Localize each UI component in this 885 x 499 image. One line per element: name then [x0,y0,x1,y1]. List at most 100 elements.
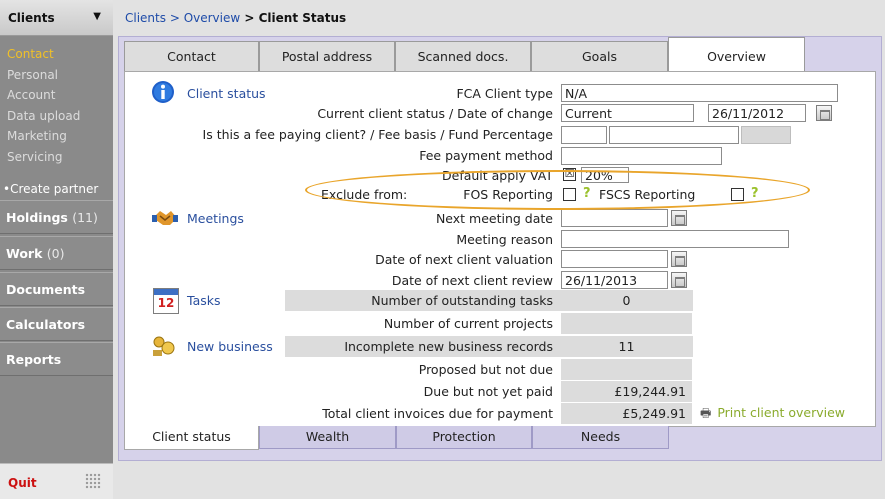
default-vat-label: Default apply VAT [442,168,553,183]
print-client-overview-link[interactable]: 🖶 Print client overview [700,404,845,425]
section-label: Documents [6,282,86,297]
section-label: Holdings [6,210,68,225]
tab-needs[interactable]: Needs [532,426,669,449]
section-count: (11) [72,210,98,225]
fund-percentage-field[interactable] [741,126,791,144]
sidebar-section-reports[interactable]: Reports [0,342,113,376]
breadcrumb-overview[interactable]: Overview [184,11,241,25]
sidebar-item-servicing[interactable]: Servicing [0,147,113,168]
breadcrumb-clients[interactable]: Clients [125,11,166,25]
client-status-label: Current client status / Date of change [317,106,553,121]
sidebar-item-account[interactable]: Account [0,85,113,106]
breadcrumb: Clients > Overview > Client Status [125,11,346,25]
next-valuation-field[interactable] [561,250,668,268]
fee-basis-field[interactable] [609,126,739,144]
sidebar-item-contact[interactable]: Contact [0,44,113,65]
handshake-icon [152,211,178,225]
sidebar: Clients ▼ Contact Personal Account Data … [0,0,113,499]
fos-reporting-label: FOS Reporting [463,187,553,202]
calendar-icon[interactable] [671,251,687,267]
calendar-tasks-icon: 12 [153,288,179,314]
section-label: Calculators [6,317,86,332]
fca-client-type-label: FCA Client type [456,86,553,101]
bottom-tabs: Client status Wealth Protection Needs [124,426,876,454]
clients-sub-menu: Contact Personal Account Data upload Mar… [0,44,113,200]
info-icon [152,81,174,103]
clients-menu-header[interactable]: Clients ▼ [0,0,113,36]
vat-checkbox[interactable]: ☒ [563,168,576,181]
fee-paying-label: Is this a fee paying client? / Fee basis… [202,127,553,142]
current-projects-value [561,313,692,334]
next-meeting-date-label: Next meeting date [435,211,553,226]
incomplete-records-label: Incomplete new business records [344,339,553,354]
vat-rate-field[interactable]: 20% [581,167,629,183]
section-count: (0) [46,246,65,261]
calendar-icon[interactable] [671,272,687,288]
new-business-icon [153,336,175,356]
sidebar-section-calculators[interactable]: Calculators [0,307,113,341]
sidebar-item-data-upload[interactable]: Data upload [0,106,113,127]
caret-down-icon[interactable]: ▼ [93,11,101,22]
quit-button[interactable]: Quit [8,476,37,490]
fscs-help-icon[interactable]: ? [751,186,759,201]
next-review-label: Date of next client review [391,273,553,288]
section-label: Work [6,246,43,261]
calendar-icon[interactable] [816,105,832,121]
sidebar-section-work[interactable]: Work (0) [0,236,113,270]
fee-paying-field[interactable] [561,126,607,144]
outstanding-tasks-value: 0 [561,290,692,311]
sidebar-item-marketing[interactable]: Marketing [0,126,113,147]
create-partner-link[interactable]: •Create partner [0,179,113,200]
grip-icon[interactable] [85,473,101,489]
calendar-number: 12 [157,296,175,310]
main-area: Clients > Overview > Client Status Conta… [113,0,885,499]
new-business-link[interactable]: New business [187,339,273,354]
breadcrumb-separator: > [166,11,184,25]
top-tabs: Contact Postal address Scanned docs. Goa… [119,37,881,72]
status-date-field[interactable]: 26/11/2012 [708,104,806,122]
fee-payment-method-label: Fee payment method [419,148,553,163]
client-status-link[interactable]: Client status [187,86,266,101]
fscs-reporting-checkbox[interactable] [731,188,744,201]
sidebar-section-holdings[interactable]: Holdings (11) [0,200,113,234]
fos-help-icon[interactable]: ? [583,186,591,201]
breadcrumb-current: Client Status [258,11,347,25]
meeting-reason-label: Meeting reason [456,232,553,247]
fee-payment-method-field[interactable] [561,147,722,165]
current-projects-label: Number of current projects [383,316,553,331]
print-label: Print client overview [717,405,846,420]
current-status-field[interactable]: Current [561,104,694,122]
tab-overview[interactable]: Overview [668,37,805,72]
proposed-not-due-label: Proposed but not due [418,362,553,377]
sidebar-item-personal[interactable]: Personal [0,65,113,86]
sidebar-section-documents[interactable]: Documents [0,272,113,306]
total-invoices-value: £5,249.91 [561,403,692,424]
tab-postal-address[interactable]: Postal address [259,41,395,71]
meetings-link[interactable]: Meetings [187,211,244,226]
create-partner-label: Create partner [10,182,99,196]
clients-menu-title: Clients [8,11,55,25]
tab-client-status[interactable]: Client status [124,426,259,450]
fos-reporting-checkbox[interactable] [563,188,576,201]
exclude-from-label: Exclude from: [321,187,408,202]
breadcrumb-separator: > [240,11,259,25]
calendar-icon[interactable] [671,210,687,226]
fscs-reporting-label: FSCS Reporting [599,187,696,202]
next-valuation-label: Date of next client valuation [375,252,553,267]
tab-scanned-docs[interactable]: Scanned docs. [395,41,531,71]
overview-content: Client status FCA Client type N/A Curren… [124,71,876,427]
tab-protection[interactable]: Protection [396,426,532,449]
quit-bar: Quit [0,463,113,499]
fca-client-type-field[interactable]: N/A [561,84,838,102]
tab-wealth[interactable]: Wealth [259,426,396,449]
tab-contact[interactable]: Contact [124,41,259,71]
printer-icon: 🖶 [700,406,712,420]
outstanding-tasks-label: Number of outstanding tasks [371,293,553,308]
total-invoices-label: Total client invoices due for payment [322,406,553,421]
tab-goals[interactable]: Goals [531,41,668,71]
tasks-link[interactable]: Tasks [187,293,221,308]
next-meeting-date-field[interactable] [561,209,668,227]
due-not-paid-label: Due but not yet paid [423,384,553,399]
meeting-reason-field[interactable] [561,230,789,248]
next-review-field[interactable]: 26/11/2013 [561,271,668,289]
